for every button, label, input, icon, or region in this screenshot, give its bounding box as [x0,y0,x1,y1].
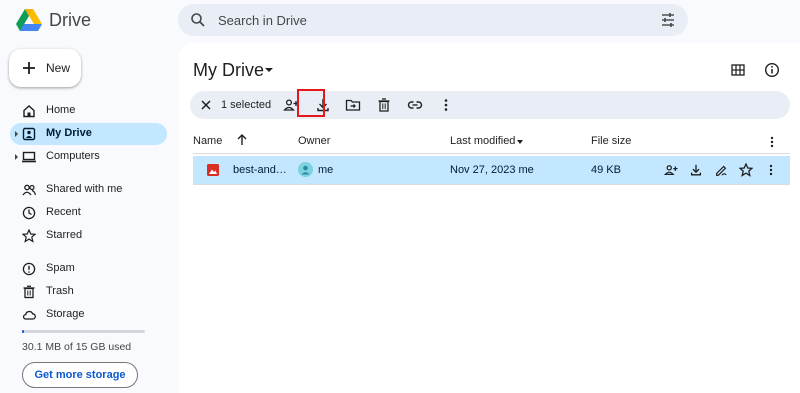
sidebar-item-label: Trash [46,285,74,297]
sort-arrow-up-icon[interactable] [236,133,248,147]
sidebar-item-my-drive[interactable]: My Drive [10,123,167,145]
sidebar-item-shared-with-me[interactable]: Shared with me [10,179,167,201]
tune-icon[interactable] [660,12,676,28]
spam-icon [22,262,36,276]
owner-name: me [318,164,334,176]
storage-progress-fill [22,330,24,333]
more-vert-icon[interactable] [766,135,778,149]
expand-caret-icon[interactable] [15,131,18,137]
sidebar-item-label: Starred [46,229,83,241]
close-icon[interactable] [198,97,214,113]
drive-logo-icon[interactable] [16,8,42,32]
clock-icon [22,206,36,220]
search-icon[interactable] [190,12,206,28]
column-header-owner[interactable]: Owner [298,135,330,147]
rename-icon[interactable] [714,163,728,177]
share-icon[interactable] [664,163,678,177]
sidebar-item-label: Shared with me [46,183,123,195]
sidebar-item-label: Recent [46,206,81,218]
divider [193,153,790,154]
selection-action-bar: 1 selected [190,91,790,119]
new-button[interactable]: New [9,49,81,87]
get-more-storage-button[interactable]: Get more storage [22,362,138,388]
app-name: Drive [49,10,92,30]
sidebar-item-storage[interactable]: Storage [10,304,167,326]
storage-used-text: 30.1 MB of 15 GB used [22,341,132,353]
divider [193,184,790,185]
sort-caret-icon[interactable] [517,140,523,144]
sidebar-item-label: Spam [46,262,75,274]
storage-progress-bar [22,330,145,333]
file-size: 49 KB [591,164,621,176]
selected-count: 1 selected [221,99,272,111]
grid-view-icon[interactable] [730,62,746,78]
column-header-last-modified[interactable]: Last modified [450,135,515,147]
last-modified: Nov 27, 2023 me [450,164,534,176]
top-bar: Drive [0,0,800,44]
expand-caret-icon[interactable] [15,154,18,160]
sidebar-item-spam[interactable]: Spam [10,258,167,280]
column-header-file-size[interactable]: File size [591,135,631,147]
title-dropdown-icon[interactable] [265,68,273,72]
file-name: best-and… [233,164,287,176]
cloud-icon [22,308,36,322]
move-icon[interactable] [345,97,361,113]
sidebar-item-label: Storage [46,308,85,320]
info-icon[interactable] [764,62,780,78]
page-title[interactable]: My Drive [193,60,264,81]
main-panel: My Drive 1 selected Name Owner Last modi… [179,43,800,393]
sidebar-item-home[interactable]: Home [10,100,167,122]
sidebar-item-trash[interactable]: Trash [10,281,167,303]
star-icon [22,229,36,243]
plus-icon [22,61,36,75]
sidebar-item-label: Home [46,104,76,116]
image-file-icon [207,164,219,176]
more-vert-icon[interactable] [764,163,778,177]
link-icon[interactable] [407,97,423,113]
star-icon[interactable] [739,163,753,177]
column-header-name[interactable]: Name [193,135,222,147]
download-icon[interactable] [689,163,703,177]
search-bar[interactable] [178,4,688,36]
sidebar-item-recent[interactable]: Recent [10,202,167,224]
new-button-label: New [46,61,71,75]
search-input[interactable] [218,12,638,28]
sidebar-item-starred[interactable]: Starred [10,225,167,247]
computer-icon [22,150,36,164]
sidebar-item-computers[interactable]: Computers [10,146,167,168]
trash-icon [22,285,36,299]
share-icon[interactable] [283,97,299,113]
trash-icon[interactable] [376,97,392,113]
more-vert-icon[interactable] [438,97,454,113]
avatar [298,162,313,177]
sidebar-item-label: My Drive [46,127,92,139]
sidebar-item-label: Computers [46,150,100,162]
home-icon [22,104,36,118]
people-icon [22,183,36,197]
my-drive-icon [22,127,36,141]
table-row[interactable]: best-and… me Nov 27, 2023 me 49 KB [193,156,790,184]
download-icon[interactable] [315,97,331,113]
